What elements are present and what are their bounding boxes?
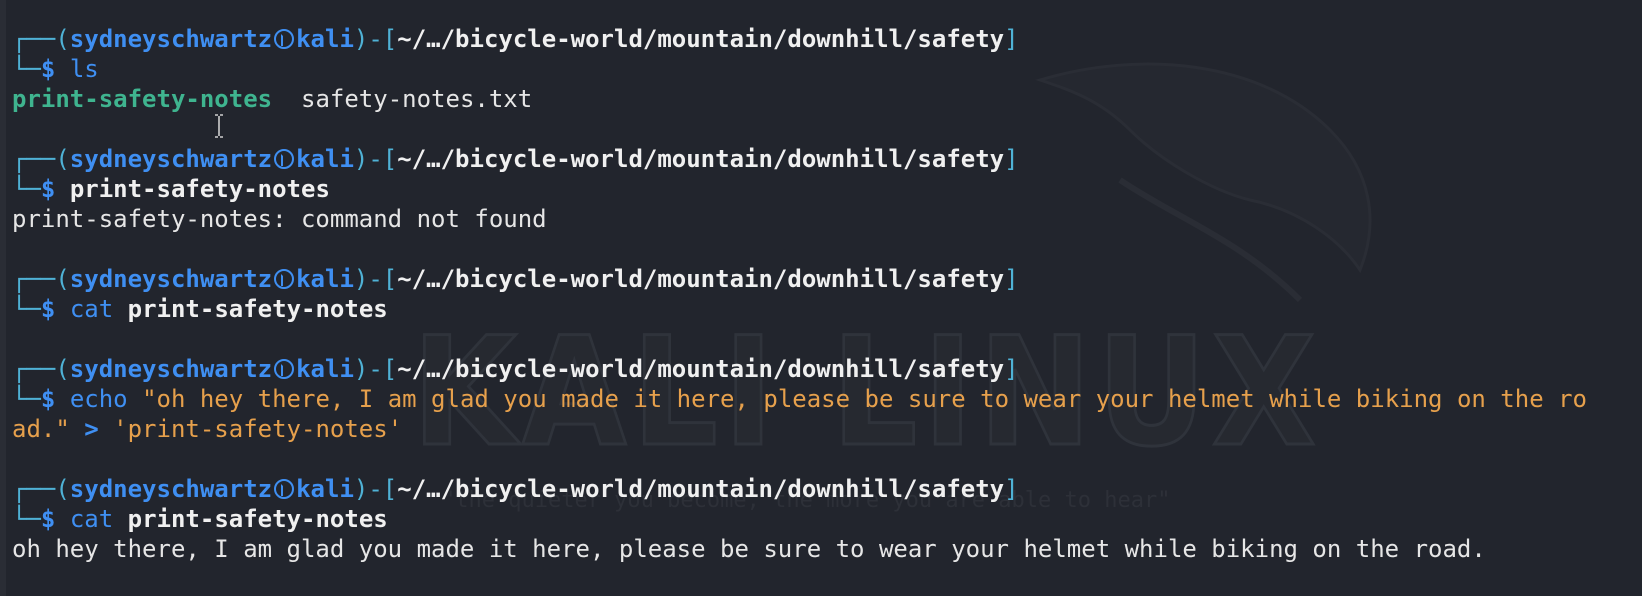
kali-at-icon [274, 359, 295, 379]
prompt-symbol: $ [40, 55, 56, 83]
prompt-line: ┌──(sydneyschwartz kali)-[~/…/bicycle-wor… [12, 265, 1019, 293]
window-edge [0, 0, 6, 596]
redirect-target: 'print-safety-notes' [113, 415, 403, 443]
kali-at-icon [274, 269, 295, 289]
command-name: echo [69, 385, 128, 413]
prompt-line: ┌──(sydneyschwartz kali)-[~/…/bicycle-wor… [12, 355, 1019, 383]
kali-at-icon [274, 149, 295, 169]
prompt-path: ~/…/bicycle-world/mountain/downhill/safe… [397, 25, 1005, 53]
prompt-symbol: $ [40, 295, 56, 323]
prompt-path: ~/…/bicycle-world/mountain/downhill/safe… [397, 475, 1005, 503]
kali-at-icon [274, 479, 295, 499]
prompt-line: ┌──(sydneyschwartz kali)-[~/…/bicycle-wor… [12, 25, 1019, 53]
prompt-line: ┌──(sydneyschwartz kali)-[~/…/bicycle-wor… [12, 145, 1019, 173]
cat-output: oh hey there, I am glad you made it here… [12, 534, 1486, 564]
text-file: safety-notes.txt [301, 85, 533, 113]
command-arg: print-safety-notes [127, 505, 388, 533]
command-text: print-safety-notes [69, 175, 330, 203]
prompt-host: kali [296, 475, 354, 503]
prompt-path: ~/…/bicycle-world/mountain/downhill/safe… [397, 145, 1005, 173]
terminal-window[interactable]: KALI LINUX "the quieter you become, the … [0, 0, 1642, 596]
prompt-symbol: $ [40, 505, 56, 533]
kali-at-icon [274, 29, 295, 49]
echo-string: "oh hey there, I am glad you made it her… [142, 385, 1587, 413]
prompt-symbol: $ [40, 385, 56, 413]
command-name: cat [69, 505, 114, 533]
text-cursor-icon [215, 114, 223, 138]
error-output: print-safety-notes: command not found [12, 204, 547, 234]
file-contents: oh hey there, I am glad you made it here… [12, 535, 1486, 563]
command-line: └─$ cat print-safety-notes [12, 295, 388, 323]
prompt-user: sydneyschwartz [69, 355, 273, 383]
ls-output: print-safety-notes safety-notes.txt [12, 84, 532, 114]
prompt-host: kali [296, 25, 354, 53]
echo-string-cont: ad." [12, 415, 70, 443]
prompt-user: sydneyschwartz [69, 25, 273, 53]
command-line: └─$ cat print-safety-notes [12, 505, 388, 533]
prompt-user: sydneyschwartz [69, 145, 273, 173]
kali-dragon-watermark-icon [1035, 62, 1372, 303]
prompt-user: sydneyschwartz [69, 265, 273, 293]
command-arg: print-safety-notes [127, 295, 388, 323]
command-line: └─$ print-safety-notes [12, 175, 330, 203]
prompt-user: sydneyschwartz [69, 475, 273, 503]
prompt-host: kali [296, 355, 354, 383]
prompt-path: ~/…/bicycle-world/mountain/downhill/safe… [397, 265, 1005, 293]
command-text: ls [69, 55, 99, 83]
error-text: print-safety-notes: command not found [12, 205, 547, 233]
redirect-operator: > [84, 415, 99, 443]
prompt-path: ~/…/bicycle-world/mountain/downhill/safe… [397, 355, 1005, 383]
prompt-host: kali [296, 265, 354, 293]
separator [272, 85, 301, 113]
command-line: └─$ echo "oh hey there, I am glad you ma… [12, 385, 1587, 413]
executable-file: print-safety-notes [12, 85, 273, 113]
command-name: cat [69, 295, 114, 323]
prompt-line: ┌──(sydneyschwartz kali)-[~/…/bicycle-wor… [12, 475, 1019, 503]
prompt-symbol: $ [40, 175, 56, 203]
prompt-host: kali [296, 145, 354, 173]
command-line: └─$ ls [12, 55, 99, 83]
command-line-wrap: ad." > 'print-safety-notes' [12, 414, 402, 444]
